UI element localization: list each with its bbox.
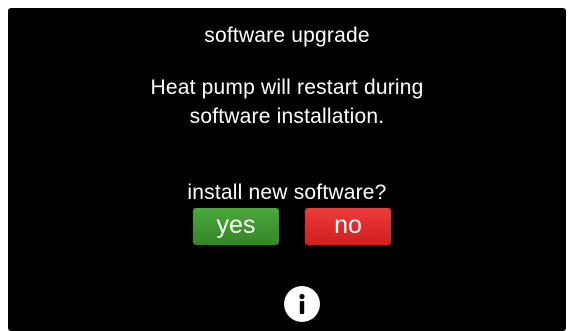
no-button[interactable]: no (305, 208, 391, 245)
info-button[interactable] (284, 286, 320, 322)
dialog-title: software upgrade (204, 24, 370, 47)
device-screen: software upgrade Heat pump will restart … (8, 8, 566, 331)
install-question: install new software? (187, 181, 387, 204)
yes-button[interactable]: yes (193, 208, 279, 245)
info-icon (299, 293, 305, 314)
dialog-message-line2: software installation. (189, 105, 385, 128)
dialog-message-line1: Heat pump will restart during (150, 76, 424, 99)
